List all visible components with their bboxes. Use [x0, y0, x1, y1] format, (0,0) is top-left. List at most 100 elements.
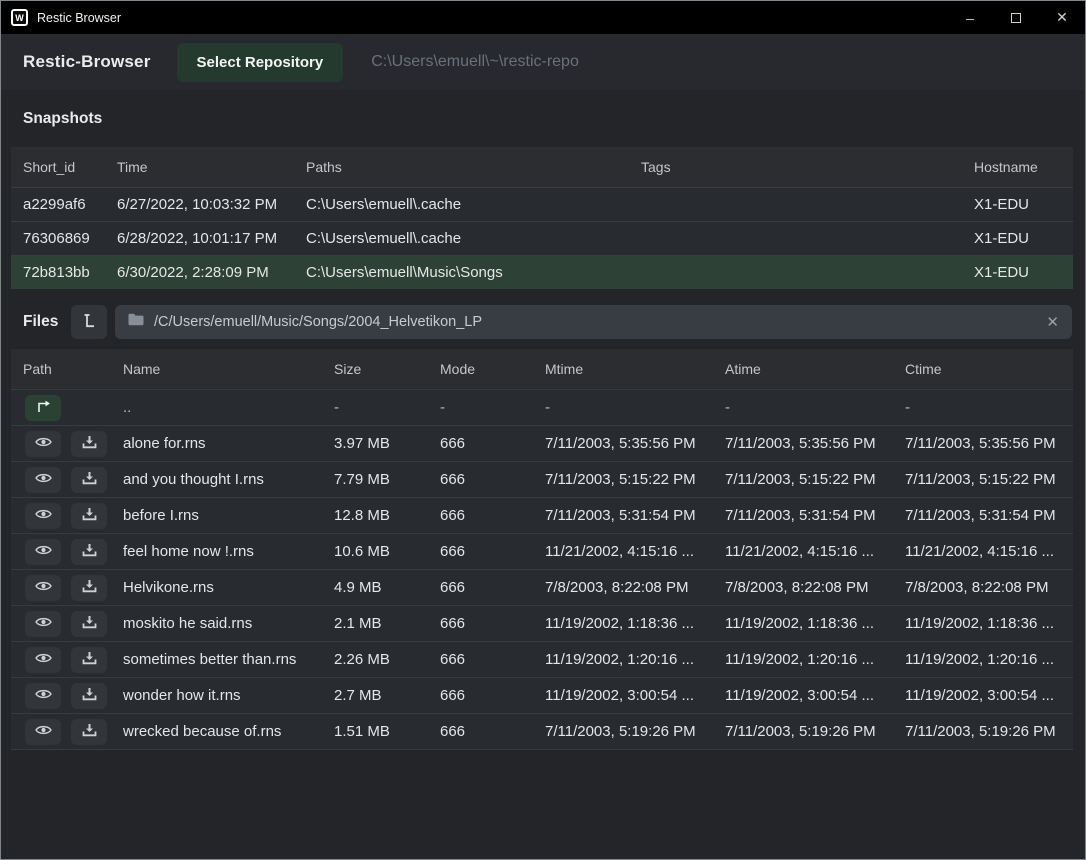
file-name: wonder how it.rns [111, 687, 322, 704]
file-ctime: 7/11/2003, 5:15:22 PM [893, 471, 1073, 488]
file-row: sometimes better than.rns 2.26 MB 666 11… [11, 641, 1073, 677]
download-icon [82, 543, 97, 560]
file-mode: 666 [428, 471, 533, 488]
file-row: moskito he said.rns 2.1 MB 666 11/19/200… [11, 605, 1073, 641]
download-file-button[interactable] [71, 683, 107, 709]
download-file-button[interactable] [71, 431, 107, 457]
file-ctime: 11/19/2002, 3:00:54 ... [893, 687, 1073, 704]
file-ctime: 11/19/2002, 1:18:36 ... [893, 615, 1073, 632]
file-mode: 666 [428, 543, 533, 560]
file-size: - [322, 399, 428, 416]
file-row: before I.rns 12.8 MB 666 7/11/2003, 5:31… [11, 497, 1073, 533]
file-mode: 666 [428, 723, 533, 740]
view-file-button[interactable] [25, 539, 61, 565]
file-name: sometimes better than.rns [111, 651, 322, 668]
file-mtime: 7/11/2003, 5:19:26 PM [533, 723, 713, 740]
column-header-size: Size [322, 361, 428, 377]
view-file-button[interactable] [25, 611, 61, 637]
select-repository-button[interactable]: Select Repository [177, 43, 344, 82]
view-file-button[interactable] [25, 719, 61, 745]
file-atime: - [713, 399, 893, 416]
eye-icon [35, 724, 52, 739]
file-mtime: 11/21/2002, 4:15:16 ... [533, 543, 713, 560]
file-row: feel home now !.rns 10.6 MB 666 11/21/20… [11, 533, 1073, 569]
download-file-button[interactable] [71, 575, 107, 601]
maximize-button[interactable] [993, 1, 1039, 34]
file-size: 2.7 MB [322, 687, 428, 704]
snapshots-table-header: Short_id Time Paths Tags Hostname [11, 147, 1073, 187]
download-file-button[interactable] [71, 539, 107, 565]
snapshot-hostname: X1-EDU [962, 264, 1073, 281]
eye-icon [35, 616, 52, 631]
folder-icon [128, 313, 144, 331]
eye-icon [35, 472, 52, 487]
file-mtime: 7/11/2003, 5:35:56 PM [533, 435, 713, 452]
eye-icon [35, 652, 52, 667]
file-ctime: 7/8/2003, 8:22:08 PM [893, 579, 1073, 596]
file-size: 12.8 MB [322, 507, 428, 524]
app-window: W Restic Browser – ✕ Restic-Browser Sele… [0, 0, 1086, 860]
download-file-button[interactable] [71, 467, 107, 493]
file-atime: 7/8/2003, 8:22:08 PM [713, 579, 893, 596]
view-file-button[interactable] [25, 683, 61, 709]
view-file-button[interactable] [25, 575, 61, 601]
snapshot-short-id: 72b813bb [11, 264, 105, 281]
file-name: .. [111, 399, 322, 416]
window-title: Restic Browser [37, 11, 121, 25]
column-header-paths: Paths [294, 159, 629, 175]
maximize-icon [1011, 13, 1021, 23]
tree-view-button[interactable] [71, 305, 107, 339]
file-mtime: 11/19/2002, 1:18:36 ... [533, 615, 713, 632]
file-name: wrecked because of.rns [111, 723, 322, 740]
file-row: wrecked because of.rns 1.51 MB 666 7/11/… [11, 713, 1073, 749]
file-atime: 7/11/2003, 5:35:56 PM [713, 435, 893, 452]
go-up-directory-button[interactable] [25, 395, 61, 421]
download-file-button[interactable] [71, 503, 107, 529]
column-header-tags: Tags [629, 159, 962, 175]
file-atime: 7/11/2003, 5:19:26 PM [713, 723, 893, 740]
files-table: Path Name Size Mode Mtime Atime Ctime ..… [11, 349, 1073, 750]
close-button[interactable]: ✕ [1039, 1, 1085, 34]
column-header-time: Time [105, 159, 294, 175]
file-mode: 666 [428, 651, 533, 668]
download-file-button[interactable] [71, 611, 107, 637]
download-icon [82, 471, 97, 488]
file-mode: 666 [428, 435, 533, 452]
snapshot-time: 6/30/2022, 2:28:09 PM [105, 264, 294, 281]
download-icon [82, 687, 97, 704]
eye-icon [35, 436, 52, 451]
file-row: and you thought I.rns 7.79 MB 666 7/11/2… [11, 461, 1073, 497]
titlebar: W Restic Browser – ✕ [1, 1, 1085, 34]
column-header-short-id: Short_id [11, 159, 105, 175]
download-file-button[interactable] [71, 719, 107, 745]
snapshot-row[interactable]: a2299af6 6/27/2022, 10:03:32 PM C:\Users… [11, 187, 1073, 221]
file-atime: 11/19/2002, 1:20:16 ... [713, 651, 893, 668]
download-file-button[interactable] [71, 647, 107, 673]
snapshot-row[interactable]: 76306869 6/28/2022, 10:01:17 PM C:\Users… [11, 221, 1073, 255]
view-file-button[interactable] [25, 503, 61, 529]
files-path-input[interactable]: /C/Users/emuell/Music/Songs/2004_Helveti… [115, 305, 1072, 339]
file-ctime: - [893, 399, 1073, 416]
file-ctime: 7/11/2003, 5:31:54 PM [893, 507, 1073, 524]
file-ctime: 7/11/2003, 5:35:56 PM [893, 435, 1073, 452]
snapshot-hostname: X1-EDU [962, 230, 1073, 247]
column-header-name: Name [111, 361, 322, 377]
view-file-button[interactable] [25, 431, 61, 457]
view-file-button[interactable] [25, 647, 61, 673]
view-file-button[interactable] [25, 467, 61, 493]
download-icon [82, 435, 97, 452]
snapshot-row-selected[interactable]: 72b813bb 6/30/2022, 2:28:09 PM C:\Users\… [11, 255, 1073, 289]
window-controls: – ✕ [947, 1, 1085, 34]
clear-path-button[interactable]: ✕ [1046, 313, 1059, 331]
file-mtime: 11/19/2002, 1:20:16 ... [533, 651, 713, 668]
column-header-mtime: Mtime [533, 361, 713, 377]
eye-icon [35, 544, 52, 559]
file-atime: 11/21/2002, 4:15:16 ... [713, 543, 893, 560]
file-mtime: 7/11/2003, 5:31:54 PM [533, 507, 713, 524]
download-icon [82, 723, 97, 740]
app-title: Restic-Browser [23, 52, 151, 72]
snapshots-table: Short_id Time Paths Tags Hostname a2299a… [11, 147, 1073, 289]
eye-icon [35, 688, 52, 703]
download-icon [82, 579, 97, 596]
minimize-button[interactable]: – [947, 1, 993, 34]
